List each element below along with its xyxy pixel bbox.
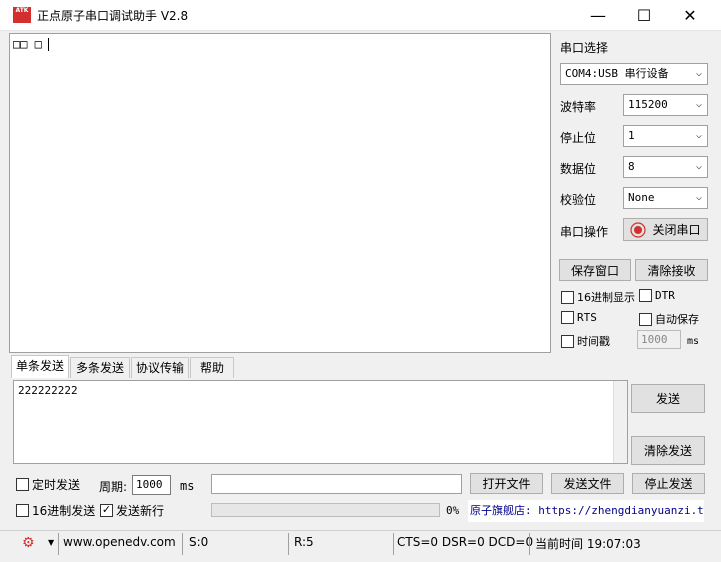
tab-single-send[interactable]: 单条发送 — [11, 355, 69, 378]
save-window-button[interactable]: 保存窗口 — [559, 259, 631, 281]
baud-select[interactable]: 115200 ⌵ — [623, 94, 708, 116]
data-bits-label: 数据位 — [560, 162, 597, 176]
gear-icon[interactable]: ⚙ — [22, 535, 35, 551]
window-title: 正点原子串口调试助手 V2.8 — [37, 9, 189, 23]
rts-checkbox[interactable]: RTS — [561, 311, 597, 324]
stop-bits-label: 停止位 — [560, 131, 597, 145]
stop-send-button[interactable]: 停止发送 — [632, 473, 705, 494]
send-file-button[interactable]: 发送文件 — [551, 473, 624, 494]
checkbox-box — [561, 311, 574, 324]
chevron-down-icon: ⌵ — [695, 192, 702, 203]
dropdown-arrow-icon[interactable]: ▼ — [48, 538, 54, 547]
app-icon: ATK — [13, 7, 31, 23]
open-file-button[interactable]: 打开文件 — [470, 473, 543, 494]
data-bits-value: 8 — [628, 160, 635, 173]
signal-status: CTS=0 DSR=0 DCD=0 — [397, 535, 534, 549]
status-separator — [393, 533, 394, 555]
send-progress-bar — [211, 503, 440, 517]
period-input[interactable]: 1000 — [132, 475, 171, 495]
store-link[interactable]: 原子旗舰店: https://zhengdianyuanzi.tm — [468, 500, 704, 522]
current-time: 当前时间 19:07:03 — [535, 537, 641, 551]
clear-send-button[interactable]: 清除发送 — [631, 436, 705, 465]
dtr-checkbox[interactable]: DTR — [639, 289, 675, 302]
checkbox-box — [16, 478, 29, 491]
auto-save-checkbox[interactable]: 自动保存 — [639, 311, 699, 327]
send-scrollbar[interactable] — [613, 381, 627, 463]
status-separator — [58, 533, 59, 555]
hex-send-checkbox[interactable]: 16进制发送 — [16, 502, 95, 519]
port-status-icon — [630, 221, 647, 238]
stop-bits-value: 1 — [628, 129, 635, 142]
period-label: 周期: — [99, 480, 128, 494]
chevron-down-icon: ⌵ — [695, 161, 702, 172]
tab-protocol[interactable]: 协议传输 — [131, 357, 189, 378]
send-text: 222222222 — [18, 384, 78, 397]
baud-label: 波特率 — [560, 100, 597, 114]
timestamp-label: 时间戳 — [577, 335, 610, 348]
baud-select-value: 115200 — [628, 98, 668, 111]
close-port-label: 关闭串口 — [652, 223, 701, 237]
sent-count: S:0 — [189, 535, 209, 549]
timed-send-checkbox[interactable]: 定时发送 — [16, 476, 80, 493]
progress-percent: 0% — [446, 504, 460, 517]
file-path-field[interactable] — [211, 474, 462, 494]
text-cursor — [47, 38, 49, 51]
parity-select[interactable]: None ⌵ — [623, 187, 708, 209]
port-select-label: 串口选择 — [560, 41, 609, 55]
maximize-button[interactable]: ☐ — [621, 0, 667, 31]
send-textarea[interactable]: 222222222 — [13, 380, 628, 464]
parity-value: None — [628, 191, 655, 204]
send-newline-label: 发送新行 — [116, 504, 165, 518]
rts-label: RTS — [577, 311, 597, 324]
status-separator — [288, 533, 289, 555]
check-icon: ✓ — [100, 503, 113, 517]
hex-send-label: 16进制发送 — [32, 504, 96, 518]
checkbox-box — [561, 334, 574, 348]
chevron-down-icon: ⌵ — [695, 99, 702, 110]
close-button[interactable]: ✕ — [667, 0, 713, 31]
close-port-button[interactable]: 关闭串口 — [623, 218, 708, 241]
minimize-button[interactable]: — — [575, 0, 621, 31]
clear-receive-button[interactable]: 清除接收 — [635, 259, 708, 281]
timestamp-ms-unit: ms — [687, 336, 700, 347]
timestamp-checkbox[interactable]: 时间戳 — [561, 333, 610, 349]
chevron-down-icon: ⌵ — [695, 68, 702, 79]
timed-send-label: 定时发送 — [32, 478, 81, 492]
tab-help[interactable]: 帮助 — [190, 357, 234, 378]
chevron-down-icon: ⌵ — [695, 130, 702, 141]
timestamp-interval-input[interactable]: 1000 — [637, 330, 681, 349]
checkbox-box — [16, 504, 29, 517]
send-button[interactable]: 发送 — [631, 384, 705, 413]
auto-save-label: 自动保存 — [655, 313, 699, 326]
port-select[interactable]: COM4:USB 串行设备 ⌵ — [560, 63, 708, 85]
hex-display-checkbox[interactable]: 16进制显示 — [561, 289, 635, 305]
checkbox-box — [639, 289, 652, 302]
checkbox-box — [639, 312, 652, 326]
period-unit: ms — [180, 479, 195, 493]
website-link[interactable]: www.openedv.com — [63, 535, 176, 549]
port-operation-label: 串口操作 — [560, 225, 609, 239]
send-newline-checkbox[interactable]: ✓ 发送新行 — [100, 502, 164, 519]
received-count: R:5 — [294, 535, 314, 549]
dtr-label: DTR — [655, 289, 675, 302]
data-bits-select[interactable]: 8 ⌵ — [623, 156, 708, 178]
port-select-value: COM4:USB 串行设备 — [565, 67, 669, 80]
checkbox-box — [561, 290, 574, 304]
stop-bits-select[interactable]: 1 ⌵ — [623, 125, 708, 147]
status-separator — [182, 533, 183, 555]
tab-multi-send[interactable]: 多条发送 — [70, 357, 130, 378]
parity-label: 校验位 — [560, 193, 597, 207]
receive-textarea[interactable]: □□ □ — [9, 33, 551, 353]
hex-display-label: 16进制显示 — [577, 291, 635, 304]
status-separator — [529, 533, 530, 555]
receive-text: □□ □ — [13, 37, 42, 51]
